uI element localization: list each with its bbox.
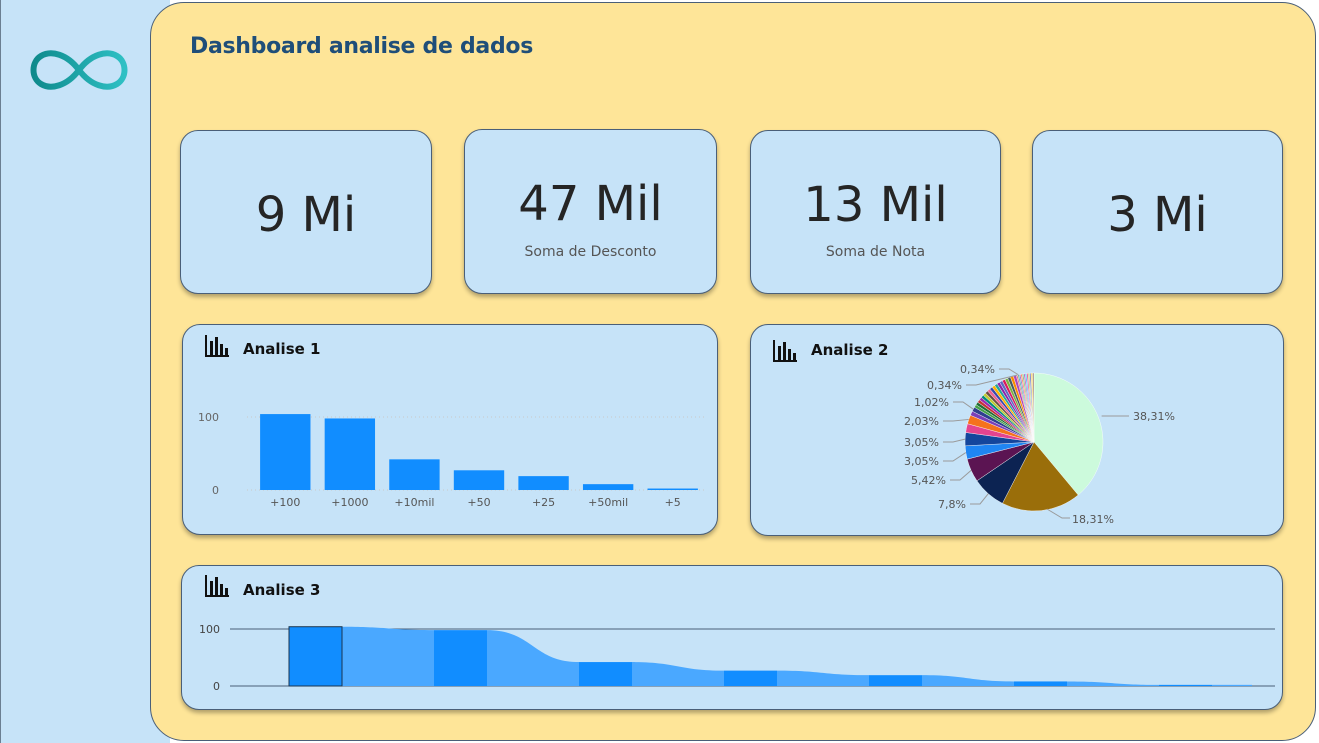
infinity-icon <box>30 50 128 90</box>
pie-label: 0,34% <box>927 379 962 392</box>
pie-chart-analise-2[interactable]: 38,31% 18,31% 7,8% 5,42% 3,05% 3,05% 2,03% 1,02… <box>751 325 1282 534</box>
x-tick-label: +1000 <box>331 496 368 509</box>
left-rail <box>0 0 170 743</box>
leader-line <box>970 493 989 505</box>
leader-line <box>943 452 967 462</box>
pie-label: 2,03% <box>904 415 939 428</box>
ribbon <box>342 626 434 686</box>
bar <box>389 459 440 490</box>
pie-label: 5,42% <box>911 474 946 487</box>
kpi-value: 47 Mil <box>518 176 663 232</box>
page-title: Dashboard analise de dados <box>190 34 534 59</box>
ribbon <box>1067 681 1159 686</box>
kpi-card-1[interactable]: 9 Mi <box>180 130 432 294</box>
kpi-card-4[interactable]: 3 Mi <box>1032 130 1283 294</box>
x-tick-label: +100 <box>270 496 300 509</box>
leader-line <box>1046 508 1070 519</box>
ribbon <box>922 675 1014 686</box>
bar <box>518 476 569 490</box>
pie-label: 3,05% <box>904 436 939 449</box>
pie-label: 1,02% <box>914 396 949 409</box>
x-tick-label: +5 <box>665 496 681 509</box>
pie-label: 0,34% <box>960 363 995 376</box>
bar <box>582 484 634 490</box>
bar <box>869 675 922 686</box>
ribbon-chart-analise-3[interactable]: 100 0 <box>182 566 1281 708</box>
leader-line <box>950 470 972 481</box>
kpi-value: 13 Mil <box>803 177 948 233</box>
x-tick-label: +50 <box>467 496 490 509</box>
leader-line <box>943 438 966 443</box>
y-tick-label: 100 <box>199 623 220 636</box>
leader-line <box>953 401 974 410</box>
kpi-value: 9 Mi <box>255 187 357 243</box>
leader-line <box>999 368 1019 376</box>
pie-label: 38,31% <box>1133 410 1175 423</box>
ribbon <box>777 670 869 686</box>
x-tick-label: +10mil <box>394 496 434 509</box>
x-tick-label: +25 <box>532 496 555 509</box>
kpi-label: Soma de Nota <box>825 244 926 260</box>
pie-label: 3,05% <box>904 455 939 468</box>
bar <box>324 418 376 490</box>
y-tick-label: 0 <box>212 484 219 497</box>
bar <box>453 470 505 490</box>
bar <box>1159 684 1212 686</box>
bar <box>647 488 698 490</box>
ribbon <box>632 662 724 686</box>
bar <box>1014 681 1067 686</box>
bar <box>724 670 777 686</box>
ribbon <box>1212 684 1252 686</box>
bar <box>288 626 343 687</box>
kpi-label: Soma de Desconto <box>524 244 657 260</box>
kpi-value: 3 Mi <box>1107 187 1208 243</box>
chart-card-analise-1[interactable]: Analise 1 100 0 +100 +1000 +10mil +50 +25 +50mi… <box>182 324 718 535</box>
pie-label: 18,31% <box>1072 513 1114 526</box>
y-tick-label: 0 <box>213 680 220 693</box>
pie-label: 7,8% <box>938 498 966 511</box>
kpi-card-3[interactable]: 13 Mil Soma de Nota <box>750 130 1001 294</box>
ribbon <box>487 630 579 686</box>
bar <box>260 414 311 490</box>
chart-card-analise-2[interactable]: Analise 2 38,31% 18,31% 7,8% 5,42% 3,05% 3,05… <box>750 324 1284 536</box>
bar <box>579 662 632 686</box>
x-tick-label: +50mil <box>588 496 628 509</box>
bar-chart-analise-1[interactable]: 100 0 +100 +1000 +10mil +50 +25 +50mil +5 <box>183 325 716 533</box>
y-tick-label: 100 <box>198 411 219 424</box>
chart-card-analise-3[interactable]: Analise 3 100 0 <box>181 565 1283 710</box>
kpi-card-2[interactable]: 47 Mil Soma de Desconto <box>464 129 717 294</box>
bar <box>434 630 487 686</box>
leader-line <box>943 418 969 422</box>
